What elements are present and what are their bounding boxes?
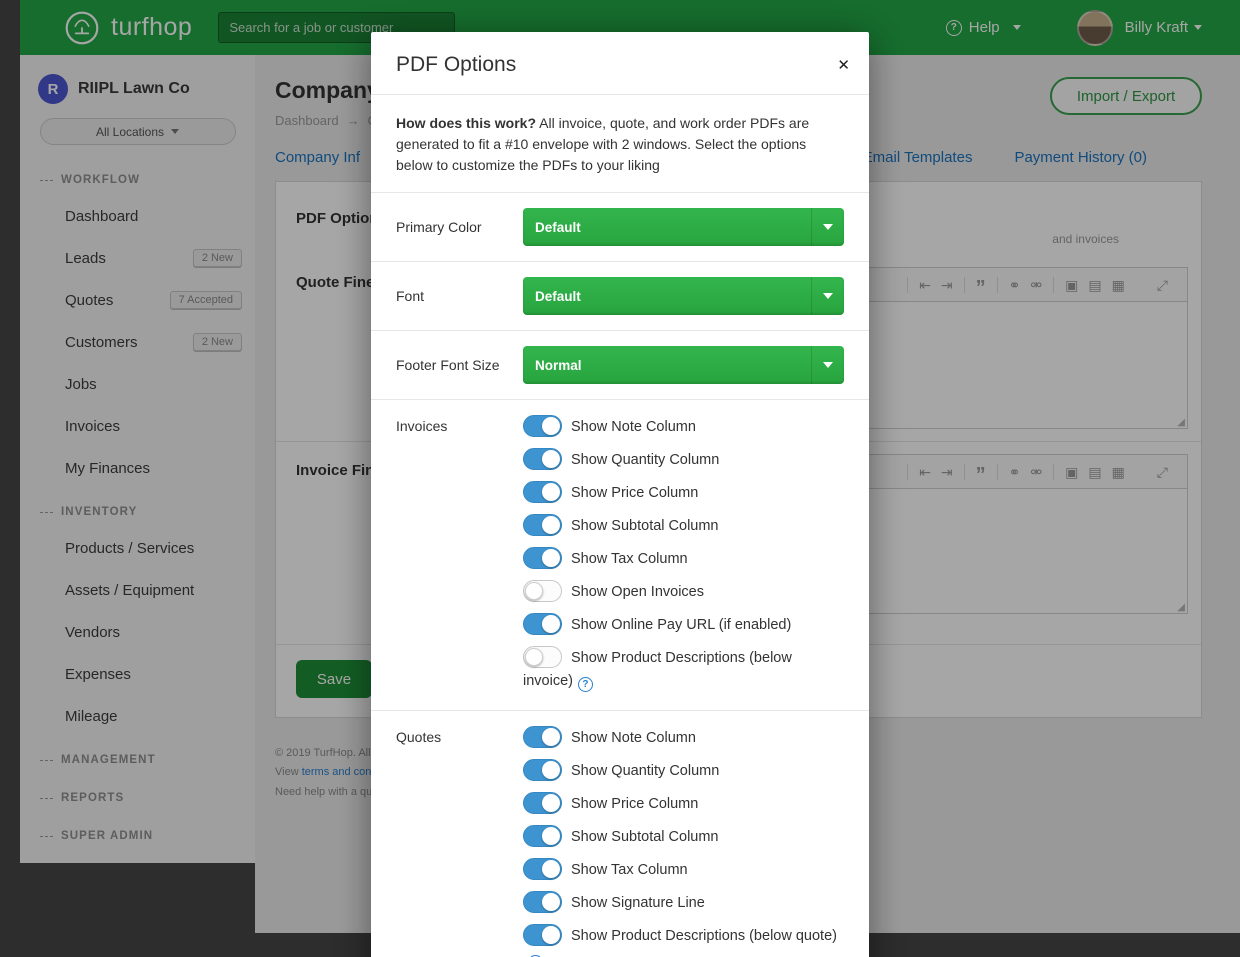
toggle-invoice-product-descriptions[interactable] bbox=[523, 646, 562, 668]
pdf-options-modal: PDF Options ✕ How does this work? All in… bbox=[371, 32, 869, 957]
toggle-signature-line[interactable] bbox=[523, 891, 562, 913]
toggle-row: Show Note Column bbox=[523, 415, 844, 439]
chevron-down-icon bbox=[811, 277, 844, 315]
toggle-row: Show Product Descriptions (below quote)? bbox=[523, 924, 844, 957]
toggle-invoice-note-column[interactable] bbox=[523, 415, 562, 437]
footer-font-size-label: Footer Font Size bbox=[396, 346, 511, 384]
toggle-invoice-price-column[interactable] bbox=[523, 481, 562, 503]
toggle-row: Show Product Descriptions (below invoice… bbox=[523, 646, 844, 693]
toggle-invoice-quantity-column[interactable] bbox=[523, 448, 562, 470]
footer-font-size-row: Footer Font Size Normal bbox=[371, 330, 869, 399]
toggle-quote-quantity-column[interactable] bbox=[523, 759, 562, 781]
toggle-row: Show Signature Line bbox=[523, 891, 844, 915]
toggle-row: Show Tax Column bbox=[523, 547, 844, 571]
close-icon[interactable]: ✕ bbox=[837, 58, 850, 73]
modal-intro: How does this work? All invoice, quote, … bbox=[371, 94, 869, 192]
footer-font-size-select[interactable]: Normal bbox=[523, 346, 844, 384]
toggle-row: Show Quantity Column bbox=[523, 448, 844, 472]
chevron-down-icon bbox=[811, 346, 844, 384]
modal-title: PDF Options bbox=[396, 53, 516, 76]
toggle-online-pay-url[interactable] bbox=[523, 613, 562, 635]
toggle-quote-tax-column[interactable] bbox=[523, 858, 562, 880]
primary-color-label: Primary Color bbox=[396, 208, 523, 246]
toggle-row: Show Open Invoices bbox=[523, 580, 844, 604]
toggle-quote-note-column[interactable] bbox=[523, 726, 562, 748]
font-label: Font bbox=[396, 277, 523, 315]
toggle-row: Show Price Column bbox=[523, 792, 844, 816]
toggle-row: Show Subtotal Column bbox=[523, 514, 844, 538]
quotes-row: Quotes Show Note Column Show Quantity Co… bbox=[371, 710, 869, 957]
toggle-quote-subtotal-column[interactable] bbox=[523, 825, 562, 847]
invoices-toggles: Show Note Column Show Quantity Column Sh… bbox=[523, 415, 844, 695]
invoices-label: Invoices bbox=[396, 415, 523, 695]
font-select[interactable]: Default bbox=[523, 277, 844, 315]
font-row: Font Default bbox=[371, 261, 869, 330]
toggle-quote-price-column[interactable] bbox=[523, 792, 562, 814]
toggle-row: Show Quantity Column bbox=[523, 759, 844, 783]
toggle-show-open-invoices[interactable] bbox=[523, 580, 562, 602]
help-icon[interactable]: ? bbox=[578, 677, 593, 692]
primary-color-select[interactable]: Default bbox=[523, 208, 844, 246]
toggle-row: Show Price Column bbox=[523, 481, 844, 505]
modal-header: PDF Options ✕ bbox=[371, 32, 869, 94]
intro-bold: How does this work? bbox=[396, 115, 536, 131]
primary-color-row: Primary Color Default bbox=[371, 192, 869, 261]
toggle-row: Show Subtotal Column bbox=[523, 825, 844, 849]
toggle-row: Show Note Column bbox=[523, 726, 844, 750]
chevron-down-icon bbox=[811, 208, 844, 246]
toggle-invoice-tax-column[interactable] bbox=[523, 547, 562, 569]
toggle-quote-product-descriptions[interactable] bbox=[523, 924, 562, 946]
toggle-row: Show Tax Column bbox=[523, 858, 844, 882]
invoices-row: Invoices Show Note Column Show Quantity … bbox=[371, 399, 869, 710]
quotes-label: Quotes bbox=[396, 726, 523, 957]
toggle-invoice-subtotal-column[interactable] bbox=[523, 514, 562, 536]
quotes-toggles: Show Note Column Show Quantity Column Sh… bbox=[523, 726, 844, 957]
toggle-row: Show Online Pay URL (if enabled) bbox=[523, 613, 844, 637]
